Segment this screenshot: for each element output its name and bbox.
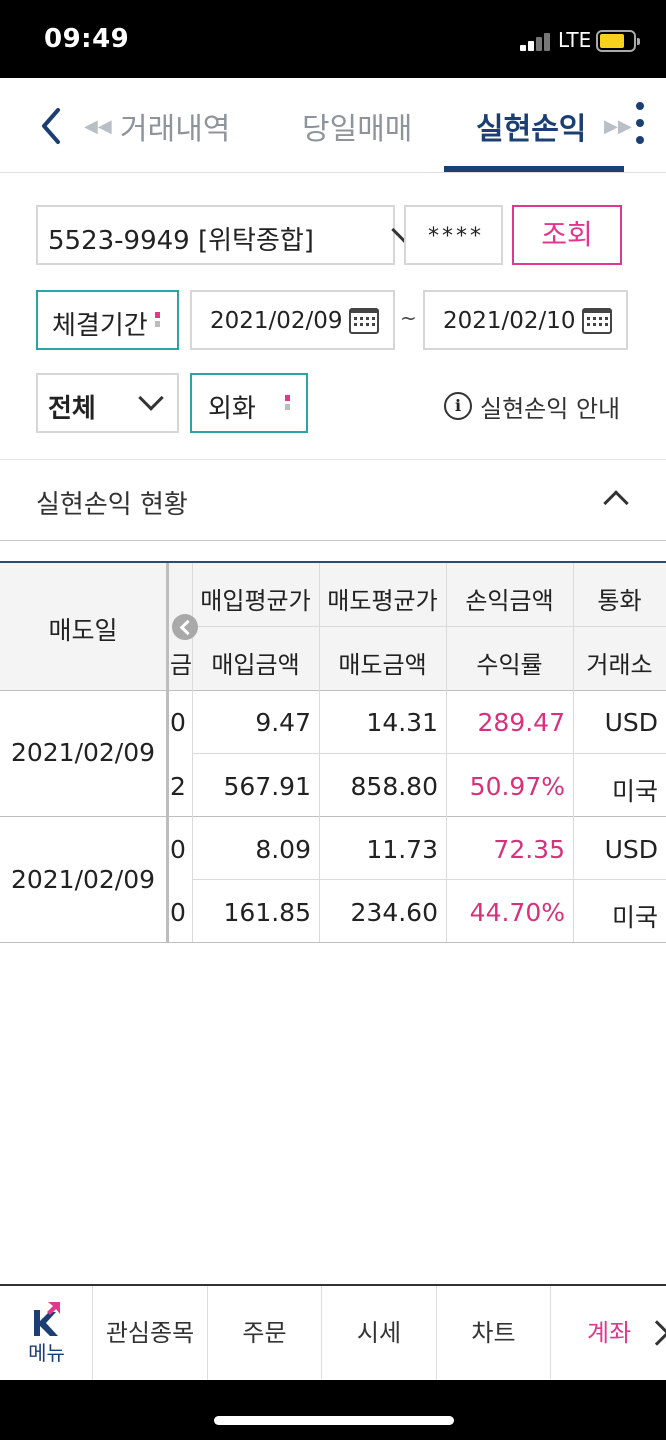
nav-item-watchlist[interactable]: 관심종목 [93,1286,208,1380]
table-cell-pnl: 289.47 [477,708,565,737]
required-marker-icon [155,312,160,327]
table-cell-currency: USD [604,708,658,737]
nav-item-order[interactable]: 주문 [208,1286,322,1380]
table-cell-partial: 0 [170,898,186,927]
double-left-arrow-icon[interactable]: ◀◀ [84,116,112,137]
calendar-icon[interactable] [582,308,612,334]
battery-icon [596,30,640,52]
header-sell-date: 매도일 [48,616,118,645]
date-to-field[interactable]: 2021/02/10 [423,290,628,350]
table-cell-sell-amount: 234.60 [350,898,438,927]
chevron-up-icon[interactable] [603,490,629,516]
network-label: LTE [558,28,592,52]
header-currency: 통화 [597,587,642,615]
chevron-down-icon [138,385,164,411]
status-time: 09:49 [44,24,130,54]
table-cell-avg-buy: 8.09 [255,835,311,864]
password-field[interactable]: **** [404,205,503,265]
section-header[interactable]: 실현손익 현황 [0,459,666,541]
filter-select[interactable]: 전체 [36,373,179,433]
date-from-field[interactable]: 2021/02/09 [190,290,395,350]
nav-menu-button[interactable]: 메뉴 [0,1286,93,1380]
table-cell-partial: 0 [170,835,186,864]
header-pnl-amount: 손익금액 [465,587,554,615]
password-mask: **** [428,224,484,249]
back-icon[interactable] [36,106,66,146]
table-cell-avg-sell: 11.73 [366,835,438,864]
pnl-table: 매도일 매입평균가 매도평균가 손익금액 통화 금 매입금액 매도금액 수익률 … [0,561,666,943]
table-cell-exchange: 미국 [611,903,658,932]
date-from-value: 2021/02/09 [210,308,343,334]
k-logo-icon [34,1302,60,1336]
info-icon[interactable]: i [444,392,472,420]
table-row-sell-date: 2021/02/09 [10,865,156,894]
header-avg-sell-price: 매도평균가 [327,587,438,615]
tab-header: ◀◀ 거래내역 당일매매 실현손익 ▶▶ [0,78,666,173]
date-to-value: 2021/02/10 [443,308,576,334]
active-tab-indicator [444,166,624,172]
header-buy-amount: 매입금액 [211,651,300,679]
period-label: 체결기간 [52,311,148,341]
header-return-rate: 수익률 [476,651,543,679]
scroll-left-icon[interactable] [172,614,198,640]
filter-value: 전체 [48,394,96,424]
status-bar: 09:49 LTE [0,0,666,78]
table-cell-return: 44.70% [469,898,565,927]
query-button[interactable]: 조회 [512,205,622,265]
header-avg-buy-price: 매입평균가 [200,587,311,615]
table-cell-partial: 2 [170,772,186,801]
account-select[interactable]: 5523-9949 [위탁종합] [36,205,417,265]
table-cell-avg-buy: 9.47 [255,708,311,737]
signal-icon [520,31,554,51]
table-cell-avg-sell: 14.31 [366,708,438,737]
header-partial: 금 [170,651,192,679]
required-marker-icon [285,395,290,410]
table-cell-exchange: 미국 [611,777,658,806]
period-button[interactable]: 체결기간 [36,290,179,350]
table-cell-sell-amount: 858.80 [350,772,438,801]
date-separator: ~ [400,306,417,330]
table-cell-pnl: 72.35 [493,835,565,864]
section-title: 실현손익 현황 [36,490,188,520]
nav-item-chart[interactable]: 차트 [437,1286,551,1380]
currency-button[interactable]: 외화 [190,373,308,433]
calendar-icon[interactable] [349,308,379,334]
table-cell-return: 50.97% [469,772,565,801]
table-cell-partial: 0 [170,708,186,737]
kebab-menu-icon[interactable] [636,102,646,146]
double-right-arrow-icon[interactable]: ▶▶ [604,116,632,137]
table-cell-currency: USD [604,835,658,864]
table-cell-buy-amount: 567.91 [223,772,311,801]
table-row-sell-date: 2021/02/09 [10,738,156,767]
currency-label: 외화 [208,394,256,424]
frozen-column-divider [166,563,169,942]
tab-daily-trading[interactable]: 당일매매 [302,104,412,148]
table-cell-buy-amount: 161.85 [223,898,311,927]
header-sell-amount: 매도금액 [338,651,427,679]
bottom-nav: 메뉴 관심종목 주문 시세 차트 계좌 [0,1284,666,1380]
header-exchange: 거래소 [586,651,653,679]
nav-menu-label: 메뉴 [28,1341,65,1365]
tab-realized-pnl[interactable]: 실현손익 [476,104,586,148]
nav-item-quotes[interactable]: 시세 [322,1286,437,1380]
tab-trade-history[interactable]: 거래내역 [120,104,230,148]
account-value: 5523-9949 [위탁종합] [48,226,314,256]
home-indicator-bar [0,1380,666,1440]
pnl-info-link[interactable]: 실현손익 안내 [480,389,620,424]
